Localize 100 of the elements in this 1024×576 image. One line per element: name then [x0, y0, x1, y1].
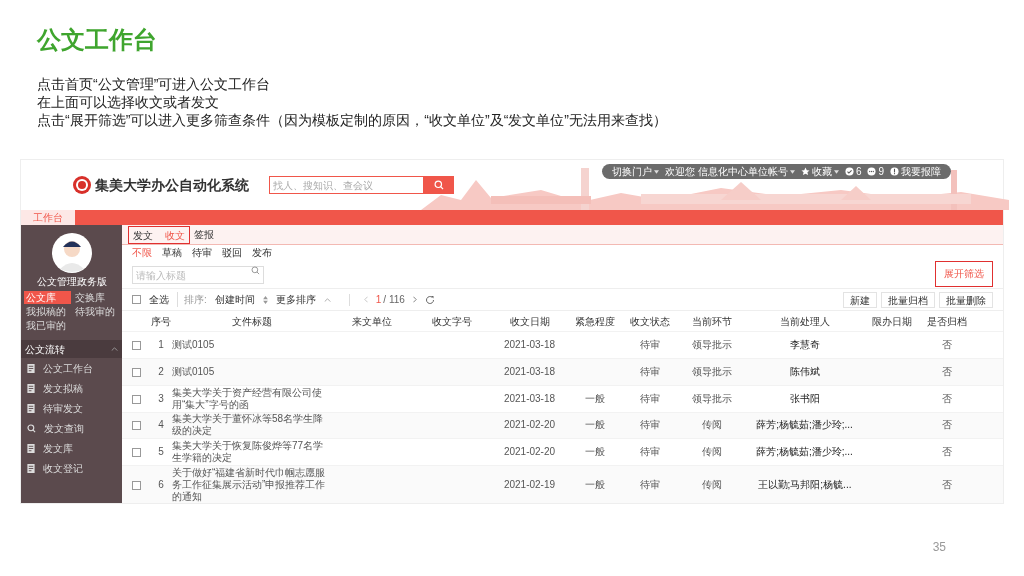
sidebar-item[interactable]: 发文拟稿 [43, 380, 83, 396]
table-cell-text: 2021-02-20 [502, 419, 557, 432]
app-title: 集美大学办公自动化系统 [95, 175, 249, 195]
more-sort-dropdown[interactable]: 更多排序 [275, 292, 316, 307]
column-header: 收文字号 [431, 314, 473, 329]
table-cell-text: 否 [941, 419, 953, 432]
filter-option[interactable]: 驳回 [222, 244, 242, 260]
sort-dropdown[interactable]: 创建时间 [214, 292, 255, 307]
sidebar-item[interactable]: 公文工作台 [43, 360, 93, 376]
page-total: / 116 [383, 293, 405, 307]
sidebar-item[interactable]: 收文登记 [43, 460, 83, 476]
previous-page-icon[interactable] [363, 296, 368, 303]
quick-link[interactable]: 待我审的 [72, 305, 119, 318]
table-cell-text: 集美大学关于董怀冰等58名学生降级的决定 [172, 413, 325, 438]
table-cell-text: 测试0105 [172, 338, 216, 351]
checkbox[interactable] [132, 367, 141, 377]
table-cell-text: 集美大学关于恢复陈俊烨等77名学生学籍的决定 [172, 440, 325, 465]
search-field[interactable]: 找人、搜知识、查会议 [269, 176, 424, 194]
caret-icon [833, 169, 839, 174]
star-icon [800, 167, 810, 176]
slide-text: 点击“展开筛选”可以进入更多筛查条件（因为模板定制的原因，“收文单位”及“发文单位”无法用来查找） [37, 111, 668, 129]
table-cell-text: 否 [941, 365, 953, 378]
checkbox[interactable] [132, 394, 141, 404]
document-icon [27, 363, 35, 373]
table-cell-text: 领导批示 [691, 338, 733, 351]
column-header: 收文状态 [628, 314, 671, 329]
sidebar-item[interactable]: 发文查询 [44, 420, 84, 436]
search-icon [27, 423, 36, 433]
sidebar-section[interactable]: 公文流转 [21, 340, 122, 358]
refresh-icon[interactable] [424, 294, 435, 305]
table-cell-text: 传阅 [701, 446, 723, 459]
table-cell-text: 陈伟斌 [788, 365, 821, 378]
column-header: 文件标题 [231, 314, 273, 329]
chat-icon [867, 167, 877, 176]
column-header: 当前处理人 [778, 314, 831, 329]
checkbox[interactable] [132, 340, 141, 350]
toolbar-button[interactable]: 批量归档 [881, 291, 935, 308]
search-icon [251, 266, 260, 275]
checkbox[interactable] [132, 421, 141, 431]
table-cell-text: 待审 [638, 338, 661, 351]
checkbox[interactable] [132, 448, 141, 458]
table-cell-text: 2021-03-18 [502, 392, 557, 405]
table-cell-text: 3 [157, 392, 165, 405]
checkbox[interactable] [132, 480, 141, 490]
table-cell-text: 待审 [638, 365, 661, 378]
table-cell-text: 领导批示 [691, 365, 733, 378]
table-cell-text: 传阅 [701, 478, 723, 491]
column-header: 序号 [150, 314, 172, 329]
table-cell-text: 否 [941, 446, 953, 459]
table-cell-text: 领导批示 [691, 392, 733, 405]
table-cell-text: 否 [941, 478, 953, 491]
check-icon [844, 167, 854, 176]
toolbar-button[interactable]: 新建 [843, 291, 877, 308]
column-header: 当前环节 [691, 314, 733, 329]
sidebar-item[interactable]: 发文库 [43, 440, 73, 456]
top-bar-link[interactable]: 9 [878, 165, 884, 178]
chevron-icon [323, 297, 331, 302]
quick-link[interactable]: 我拟稿的 [24, 305, 71, 318]
sidebar-item[interactable]: 待审发文 [43, 400, 83, 416]
table-cell-text: 1 [157, 338, 165, 351]
doc-tab[interactable]: 发文 [133, 227, 153, 243]
quick-link[interactable]: 我已审的 [24, 319, 71, 332]
table-cell-text: 待审 [638, 446, 661, 459]
select-all-label[interactable]: 全选 [149, 292, 169, 307]
table-cell-text: 集美大学关于资产经营有限公司使用“集大”字号的函 [172, 386, 323, 411]
top-bar-link[interactable]: 切换门户 [612, 165, 653, 178]
expand-filter-button[interactable]: 展开筛选 [935, 260, 993, 287]
toolbar-button[interactable]: 批量删除 [939, 291, 993, 308]
document-icon [27, 383, 35, 393]
page-number: 35 [932, 539, 946, 556]
table-row[interactable]: 2 测试0105 2021-03-18 待审 领导批示 陈伟斌 否 [122, 357, 1003, 385]
table-cell-text: 测试0105 [172, 365, 216, 378]
top-bar-link[interactable]: 收藏 [811, 165, 832, 178]
top-bar-link[interactable]: 欢迎您 信息化中心单位帐号 [665, 165, 788, 178]
table-cell-text: 一般 [583, 478, 606, 491]
top-bar-link[interactable]: 6 [855, 165, 862, 178]
table-row[interactable]: 6 关于做好“福建省新时代巾帼志愿服务工作征集展示活动”申报推荐工作的通知 2021-02-19 一般 待审 传阅 王以勤;马邦阳;杨毓... 否 [122, 465, 1003, 503]
filter-option[interactable]: 草稿 [162, 244, 182, 260]
filter-option[interactable]: 待审 [192, 244, 212, 260]
table-cell-text: 2021-02-20 [502, 446, 557, 459]
top-bar-link[interactable]: 我要报障 [901, 165, 941, 178]
doc-tab[interactable]: 签报 [194, 226, 214, 244]
table-cell-text: 6 [157, 478, 165, 491]
filter-option[interactable]: 不限 [132, 244, 152, 260]
quick-link[interactable]: 交换库 [72, 291, 119, 304]
slide-text: 点击首页“公文管理”可进入公文工作台 [37, 75, 272, 93]
table-cell-text: 2021-03-18 [502, 338, 557, 351]
next-page-icon[interactable] [412, 296, 417, 303]
table-cell-text: 待审 [638, 478, 661, 491]
table-cell-text: 李慧奇 [788, 338, 821, 351]
checkbox[interactable] [132, 295, 141, 304]
table-cell-text: 一般 [583, 392, 606, 405]
filter-option[interactable]: 发布 [252, 244, 272, 260]
quick-link[interactable]: 公文库 [24, 291, 71, 304]
table-cell-text: 待审 [638, 392, 661, 405]
user-name: 公文管理政务版 [35, 275, 108, 289]
title-search-field[interactable]: 请输入标题 [132, 266, 264, 284]
search-button[interactable] [424, 176, 454, 194]
document-icon [27, 403, 35, 413]
table-cell-text: 待审 [638, 419, 661, 432]
